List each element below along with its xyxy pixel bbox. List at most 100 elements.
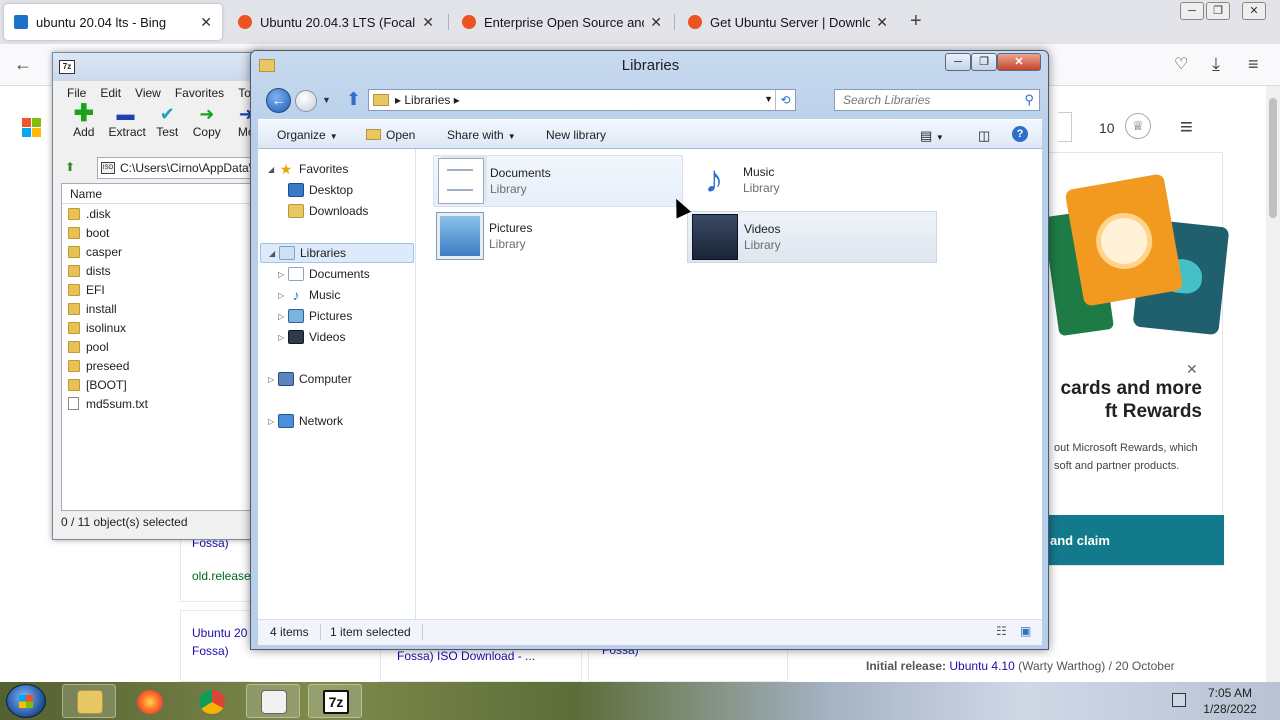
organize-button[interactable]: Organize ▼	[277, 128, 338, 142]
list-item[interactable]: .disk	[62, 204, 262, 223]
taskbar-firefox[interactable]	[122, 684, 176, 718]
nav-libraries[interactable]: ◢ Libraries	[260, 243, 414, 263]
nav-computer[interactable]: ▷ Computer	[268, 369, 352, 389]
expand-icon[interactable]: ▷	[278, 270, 288, 279]
list-item[interactable]: md5sum.txt	[62, 394, 262, 413]
forward-button[interactable]	[295, 90, 317, 112]
maximize-button[interactable]: ❐	[971, 53, 997, 71]
column-header-name[interactable]: Name	[62, 184, 262, 204]
library-music[interactable]: ♪ Music Library	[687, 155, 937, 207]
clock[interactable]: 7:05 AM 1/28/2022	[1195, 685, 1265, 717]
list-item[interactable]: EFI	[62, 280, 262, 299]
search-input[interactable]: Search Libraries ⚲	[834, 89, 1040, 111]
tab-bing[interactable]: ubuntu 20.04 lts - Bing ✕	[4, 4, 222, 40]
menu-tools[interactable]: To	[238, 86, 251, 103]
expand-icon[interactable]: ▷	[268, 417, 278, 426]
list-item[interactable]: install	[62, 299, 262, 318]
result-title[interactable]: Ubuntu 20 Fossa)	[192, 624, 247, 660]
extract-button[interactable]: ▬ Extract	[109, 103, 146, 153]
nav-documents[interactable]: ▷ Documents	[278, 264, 370, 284]
maximize-button[interactable]: ❐	[1206, 2, 1230, 20]
start-button[interactable]	[6, 684, 46, 718]
sevenzip-file-list[interactable]: Name .disk boot casper dists EFI install…	[61, 183, 263, 511]
library-pictures[interactable]: Pictures Library	[433, 211, 683, 263]
expand-icon[interactable]: ▷	[278, 312, 288, 321]
tab-enterprise[interactable]: Enterprise Open Source and Linux ✕	[452, 4, 672, 40]
sevenzip-path-input[interactable]: ISO C:\Users\Cirno\AppData\	[97, 157, 267, 179]
list-item[interactable]: casper	[62, 242, 262, 261]
expand-icon[interactable]: ▷	[278, 291, 288, 300]
menu-favorites[interactable]: Favorites	[175, 86, 224, 103]
new-library-button[interactable]: New library	[546, 128, 606, 142]
menu-view[interactable]: View	[135, 86, 161, 103]
test-button[interactable]: ✔ Test	[153, 103, 183, 153]
nav-videos[interactable]: ▷ Videos	[278, 327, 345, 347]
view-options-icon[interactable]: ▤ ▼	[920, 128, 944, 144]
taskbar-7zip[interactable]: 7z	[308, 684, 362, 718]
nav-favorites[interactable]: ◢ ★ Favorites	[268, 159, 348, 179]
close-tab-icon[interactable]: ✕	[650, 14, 662, 31]
close-button[interactable]: ✕	[997, 53, 1041, 71]
library-documents[interactable]: Documents Library	[433, 155, 683, 207]
menu-edit[interactable]: Edit	[100, 86, 121, 103]
network-tray-icon[interactable]	[1172, 693, 1186, 707]
library-videos[interactable]: Videos Library	[687, 211, 937, 263]
breadcrumb-libraries[interactable]: Libraries	[404, 93, 450, 107]
help-icon[interactable]: ?	[1012, 126, 1028, 142]
expand-icon[interactable]: ▷	[278, 333, 288, 342]
infobox-link[interactable]: Ubuntu 4.10	[949, 659, 1014, 673]
refresh-icon[interactable]: ⟲	[775, 90, 795, 110]
page-scrollbar[interactable]	[1266, 86, 1280, 682]
pocket-icon[interactable]: ♡	[1174, 54, 1188, 74]
recent-pages-dropdown[interactable]: ▼	[322, 95, 331, 105]
details-view-icon[interactable]: ☷	[996, 624, 1007, 638]
taskbar-app[interactable]	[246, 684, 300, 718]
collapse-icon[interactable]: ◢	[268, 165, 278, 174]
minimize-button[interactable]: ─	[945, 53, 971, 71]
address-dropdown-icon[interactable]: ▼	[764, 94, 773, 104]
share-with-button[interactable]: Share with ▼	[447, 128, 516, 142]
open-button[interactable]: Open	[366, 128, 415, 142]
collapse-icon[interactable]: ◢	[269, 249, 279, 258]
list-item[interactable]: isolinux	[62, 318, 262, 337]
list-item[interactable]: pool	[62, 337, 262, 356]
close-button[interactable]: ✕	[1242, 2, 1266, 20]
hamburger-icon[interactable]: ≡	[1180, 114, 1193, 140]
copy-button[interactable]: ➜ Copy	[192, 103, 222, 153]
taskbar-chrome[interactable]	[184, 684, 238, 718]
back-button[interactable]: ←	[266, 88, 291, 113]
nav-network[interactable]: ▷ Network	[268, 411, 343, 431]
close-tab-icon[interactable]: ✕	[422, 14, 434, 31]
trophy-icon[interactable]: ♕	[1125, 113, 1151, 139]
list-item[interactable]: preseed	[62, 356, 262, 375]
nav-music[interactable]: ▷ ♪ Music	[278, 285, 340, 305]
tab-ubuntu-focal[interactable]: Ubuntu 20.04.3 LTS (Focal Fossa) ✕	[228, 4, 444, 40]
list-item[interactable]: dists	[62, 261, 262, 280]
sevenzip-titlebar[interactable]: 7z	[53, 53, 261, 81]
close-tab-icon[interactable]: ✕	[200, 14, 212, 31]
claim-button[interactable]: and claim	[1046, 515, 1224, 565]
address-bar[interactable]: ▸ Libraries ▸ ▼ ⟲	[368, 89, 796, 111]
back-icon[interactable]: ←	[14, 54, 32, 75]
list-item[interactable]: [BOOT]	[62, 375, 262, 394]
nav-desktop[interactable]: Desktop	[288, 180, 353, 200]
menu-icon[interactable]: ≡	[1248, 54, 1259, 75]
add-button[interactable]: ✚ Add	[69, 102, 99, 153]
nav-pictures[interactable]: ▷ Pictures	[278, 306, 352, 326]
folder-up-icon[interactable]: ⬆	[65, 160, 81, 176]
search-icon[interactable]: ⚲	[1024, 92, 1034, 108]
nav-downloads[interactable]: Downloads	[288, 201, 368, 221]
expand-icon[interactable]: ▷	[268, 375, 278, 384]
new-tab-button[interactable]: +	[910, 10, 922, 33]
close-icon[interactable]: ✕	[1186, 361, 1198, 378]
download-icon[interactable]: ⤓	[1212, 54, 1220, 75]
close-tab-icon[interactable]: ✕	[876, 14, 888, 31]
breadcrumb[interactable]: ▸ Libraries ▸	[395, 93, 460, 107]
list-item[interactable]: boot	[62, 223, 262, 242]
rewards-count[interactable]: 10	[1099, 120, 1115, 136]
minimize-button[interactable]: ─	[1180, 2, 1204, 20]
large-icons-view-icon[interactable]: ▣	[1020, 624, 1031, 638]
result-title[interactable]: Fossa) ISO Download - ...	[397, 649, 535, 663]
scroll-thumb[interactable]	[1269, 98, 1277, 218]
tab-ubuntu-server[interactable]: Get Ubuntu Server | Download | ✕	[678, 4, 898, 40]
